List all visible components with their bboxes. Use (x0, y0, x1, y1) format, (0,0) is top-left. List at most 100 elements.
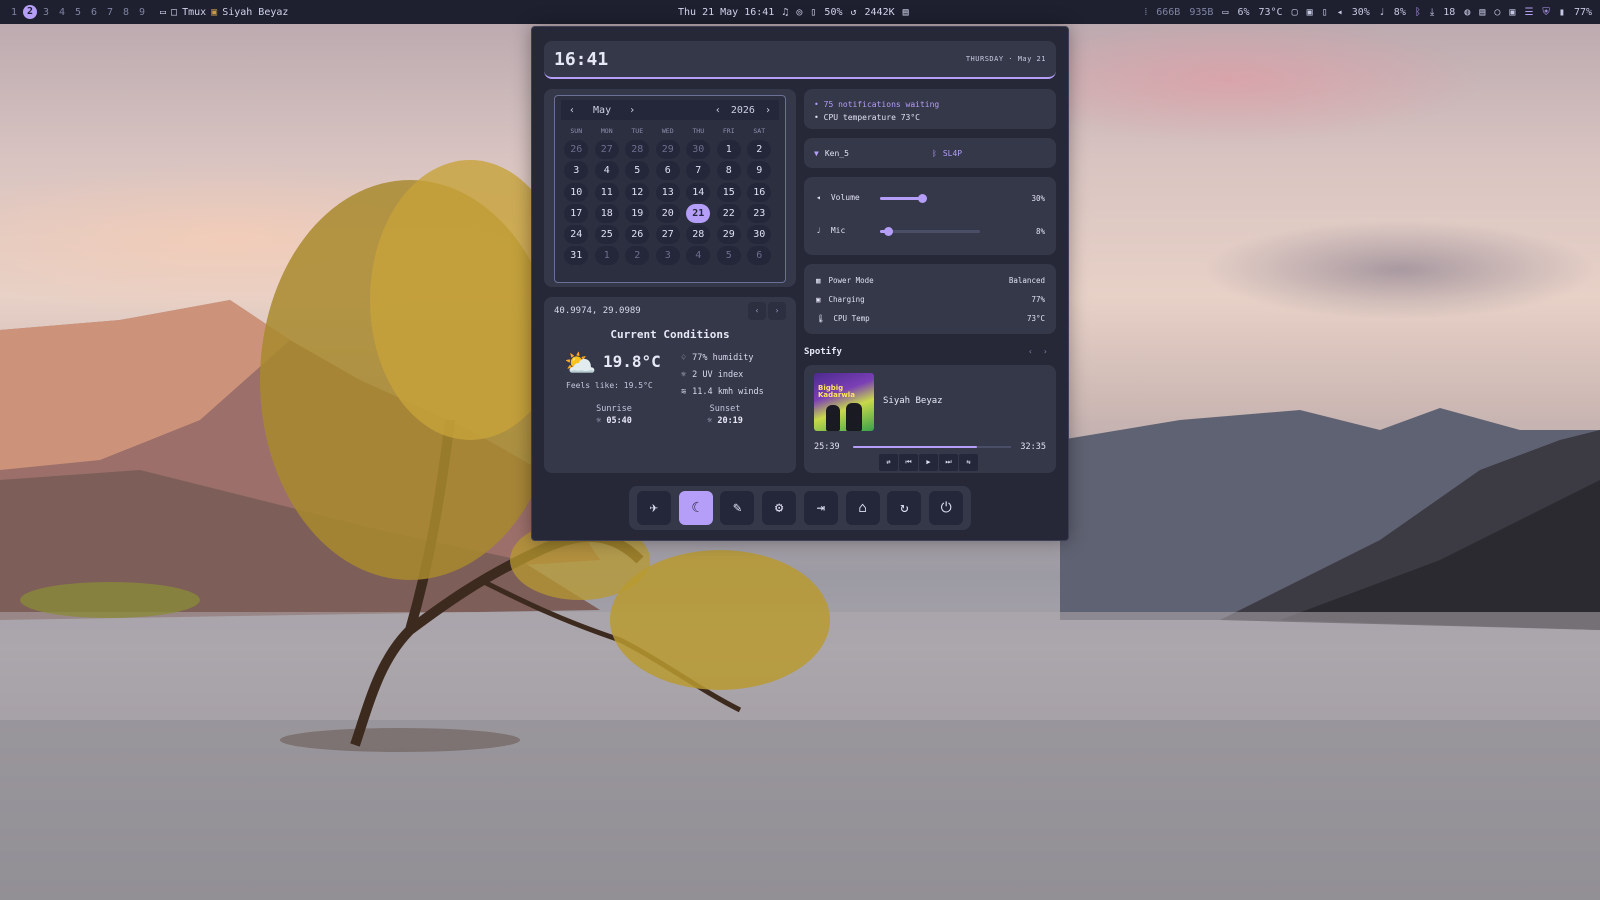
calendar-day[interactable]: 17 (564, 203, 589, 223)
calendar-day[interactable]: 27 (655, 225, 680, 245)
shield-icon[interactable]: ⛨ (1542, 7, 1550, 18)
calendar-day[interactable]: 23 (747, 203, 772, 223)
terminal-icon[interactable]: ▣ (1509, 7, 1515, 18)
calendar-day[interactable]: 12 (625, 182, 650, 202)
calendar-day[interactable]: 4 (594, 161, 619, 181)
next-year-button[interactable]: › (765, 105, 771, 116)
workspace-9[interactable]: 9 (134, 7, 150, 18)
eye-off-icon[interactable]: ◎ (796, 7, 802, 18)
workspace-7[interactable]: 7 (102, 7, 118, 18)
calendar-day[interactable]: 20 (655, 203, 680, 223)
calendar-day[interactable]: 27 (594, 140, 619, 159)
globe-icon[interactable]: ◍ (1464, 7, 1470, 18)
volume-knob[interactable] (918, 194, 927, 203)
power-icon[interactable]: ⏻ (929, 491, 964, 525)
calendar-day[interactable]: 31 (564, 246, 589, 266)
player-switch-arrows[interactable]: ‹› (1028, 347, 1058, 356)
prev-year-button[interactable]: ‹ (715, 105, 721, 116)
wifi-toggle[interactable]: ▼ Ken_5 (814, 149, 932, 158)
calendar-day[interactable]: 29 (655, 140, 680, 159)
gear-icon[interactable]: ⚙ (762, 491, 797, 525)
color-picker-icon[interactable]: ✎ (720, 491, 755, 525)
weather-prev-button[interactable]: ‹ (748, 302, 766, 320)
calendar-day-today[interactable]: 21 (686, 203, 711, 223)
restart-icon[interactable]: ↻ (887, 491, 922, 525)
calendar-day[interactable]: 30 (686, 140, 711, 159)
menu-icon[interactable]: ☰ (1524, 7, 1533, 18)
calendar-day[interactable]: 10 (564, 182, 589, 202)
previous-track-icon[interactable]: ⏮ (899, 454, 918, 471)
next-month-button[interactable]: › (629, 105, 635, 116)
shuffle-icon[interactable]: ⇄ (879, 454, 898, 471)
airplane-icon[interactable]: ✈ (636, 491, 671, 525)
calendar-day[interactable]: 14 (686, 182, 711, 202)
logout-icon[interactable]: ⇥ (803, 491, 838, 525)
calendar-day[interactable]: 9 (747, 161, 772, 181)
calendar-day[interactable]: 5 (625, 161, 650, 181)
power-mode-row[interactable]: ▦ Power Mode Balanced (804, 271, 1056, 290)
calendar-day[interactable]: 3 (655, 246, 680, 266)
prev-month-button[interactable]: ‹ (569, 105, 575, 116)
calendar-day[interactable]: 6 (655, 161, 680, 181)
volume-icon[interactable]: ◂ (1337, 7, 1343, 18)
workspace-6[interactable]: 6 (86, 7, 102, 18)
weather-next-button[interactable]: › (768, 302, 786, 320)
calendar-day[interactable]: 26 (564, 140, 589, 159)
calendar-day[interactable]: 16 (747, 182, 772, 202)
workspace-5[interactable]: 5 (70, 7, 86, 18)
calendar-day[interactable]: 28 (625, 140, 650, 159)
calendar-day[interactable]: 5 (716, 246, 741, 266)
workspace-1[interactable]: 1 (6, 7, 22, 18)
calendar-day[interactable]: 24 (564, 225, 589, 245)
calendar-day[interactable]: 28 (686, 225, 711, 245)
bluetooth-toggle[interactable]: ᛒ SL4P (932, 149, 962, 158)
calendar-day[interactable]: 29 (716, 225, 741, 245)
notes-icon[interactable]: ▤ (1479, 7, 1485, 18)
calendar-day[interactable]: 18 (594, 203, 619, 223)
bluetooth-icon[interactable]: ᛒ (1415, 7, 1421, 18)
lock-icon[interactable]: ⌂ (845, 491, 880, 525)
workspace-4[interactable]: 4 (54, 7, 70, 18)
song-progress-bar[interactable] (853, 446, 1011, 448)
notifications-card[interactable]: • 75 notifications waiting • CPU tempera… (804, 89, 1056, 129)
microphone-icon[interactable]: ♩ (1379, 7, 1385, 18)
calendar-day[interactable]: 22 (716, 203, 741, 223)
play-icon[interactable]: ▶ (919, 454, 938, 471)
volume-value[interactable]: 30% (1352, 7, 1370, 18)
workspace-3[interactable]: 3 (38, 7, 54, 18)
repeat-icon[interactable]: ⇆ (959, 454, 978, 471)
workspace-8[interactable]: 8 (118, 7, 134, 18)
calendar-day[interactable]: 13 (655, 182, 680, 202)
calendar-day[interactable]: 7 (686, 161, 711, 181)
calendar-day[interactable]: 8 (716, 161, 741, 181)
mic-value[interactable]: 8% (1394, 7, 1406, 18)
mic-slider[interactable] (880, 227, 980, 236)
volume-slider[interactable] (880, 194, 927, 203)
bell-icon[interactable]: ♫ (782, 7, 788, 18)
calendar-day[interactable]: 25 (594, 225, 619, 245)
calendar-day[interactable]: 15 (716, 182, 741, 202)
calendar-day[interactable]: 4 (686, 246, 711, 266)
download-icon[interactable]: ⤓ (1430, 7, 1434, 18)
calendar-day[interactable]: 1 (594, 246, 619, 266)
calendar-day[interactable]: 26 (625, 225, 650, 245)
calendar-day[interactable]: 11 (594, 182, 619, 202)
calendar-day[interactable]: 6 (747, 246, 772, 266)
calendar-day[interactable]: 2 (625, 246, 650, 266)
monitor-icon[interactable]: ▢ (1292, 7, 1298, 18)
calendar-day[interactable]: 19 (625, 203, 650, 223)
clipboard-icon[interactable]: ▯ (1322, 7, 1328, 18)
night-light-icon[interactable]: ☾ (678, 491, 713, 525)
mic-knob[interactable] (884, 227, 893, 236)
datetime[interactable]: Thu 21 May 16:41 (678, 7, 774, 18)
next-track-icon[interactable]: ⏭ (939, 454, 958, 471)
updates-value[interactable]: 18 (1443, 7, 1455, 18)
screenshot-icon[interactable]: ▣ (1307, 7, 1313, 18)
calendar-day[interactable]: 2 (747, 140, 772, 159)
circle-icon[interactable]: ○ (1494, 7, 1500, 18)
calendar-day[interactable]: 1 (716, 140, 741, 159)
calendar-day[interactable]: 30 (747, 225, 772, 245)
workspace-2-active[interactable]: 2 (23, 5, 37, 19)
taskbar-app-song[interactable]: Siyah Beyaz (222, 7, 288, 18)
keyboard-icon[interactable]: ▤ (903, 7, 909, 18)
